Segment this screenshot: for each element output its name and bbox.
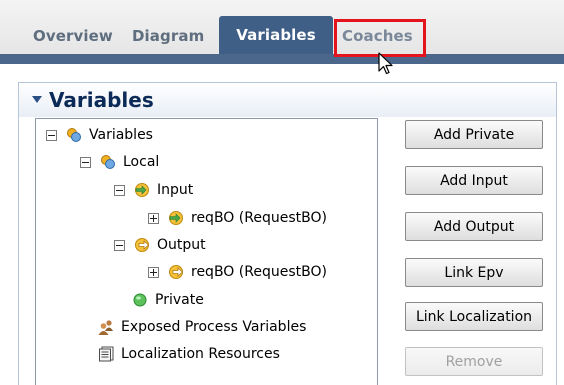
link-localization-button[interactable]: Link Localization (405, 302, 543, 331)
tree-node-localization-resources[interactable]: Localization Resources (98, 343, 280, 365)
tab-underline (0, 54, 564, 64)
tree-node-local[interactable]: Local (80, 151, 159, 173)
tree-label: reqBO (RequestBO) (191, 210, 327, 226)
tree-label: reqBO (RequestBO) (191, 264, 327, 280)
tree-node-input-item[interactable]: reqBO (RequestBO) (148, 207, 327, 229)
private-dot-icon (133, 293, 147, 307)
remove-button[interactable]: Remove (405, 347, 543, 376)
tree-label: Output (157, 237, 206, 253)
add-input-button[interactable]: Add Input (405, 166, 543, 195)
add-private-button[interactable]: Add Private (405, 120, 543, 149)
input-arrow-icon (135, 183, 149, 197)
variables-tree: Variables Local Input reqBO (RequestBO) … (35, 118, 378, 385)
tab-overview[interactable]: Overview (33, 18, 113, 54)
tree-label: Private (155, 292, 204, 308)
tree-node-output-item[interactable]: reqBO (RequestBO) (148, 261, 327, 283)
output-arrow-icon (169, 265, 184, 279)
collapse-triangle-icon[interactable] (32, 96, 42, 103)
editor-tab-bar: Overview Diagram Variables Coaches (0, 0, 564, 64)
tree-node-variables[interactable]: Variables (46, 124, 153, 146)
variables-icon (67, 128, 81, 142)
tree-node-output[interactable]: Output (114, 234, 206, 256)
tree-label: Variables (89, 127, 153, 143)
tab-diagram[interactable]: Diagram (132, 18, 204, 54)
collapse-toggle-icon[interactable] (46, 129, 57, 141)
tree-node-input[interactable]: Input (114, 179, 193, 201)
link-epv-button[interactable]: Link Epv (405, 258, 543, 287)
tree-label: Exposed Process Variables (121, 319, 307, 335)
collapse-toggle-icon[interactable] (114, 239, 125, 251)
output-arrow-icon (135, 238, 150, 252)
section-title: Variables (49, 88, 154, 112)
tree-node-exposed-process-variables[interactable]: Exposed Process Variables (98, 316, 306, 338)
localization-book-icon (99, 346, 114, 362)
tab-variables[interactable]: Variables (219, 16, 333, 56)
collapse-toggle-icon[interactable] (80, 156, 91, 168)
input-arrow-icon (169, 211, 183, 225)
local-variables-icon (101, 155, 115, 169)
collapse-toggle-icon[interactable] (114, 184, 125, 196)
tree-label: Input (157, 182, 194, 198)
expand-toggle-icon[interactable] (148, 266, 159, 278)
tree-label: Local (123, 154, 160, 170)
section-header[interactable]: Variables (19, 83, 556, 117)
people-icon (98, 320, 113, 335)
mouse-pointer-icon (378, 52, 393, 75)
tree-label: Localization Resources (121, 346, 280, 362)
add-output-button[interactable]: Add Output (405, 212, 543, 241)
tree-node-private[interactable]: Private (132, 289, 204, 311)
expand-toggle-icon[interactable] (148, 212, 159, 224)
